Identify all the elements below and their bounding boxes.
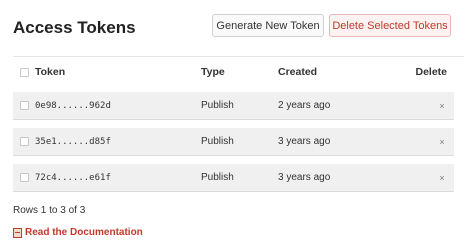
row-select-checkbox[interactable] (20, 137, 29, 146)
table-row: 0e98......962d Publish 2 years ago × (13, 92, 454, 120)
tokens-table: Token Type Created Delete 0e98......962d… (13, 60, 454, 192)
table-header-row: Token Type Created Delete (13, 60, 454, 84)
generate-new-token-button[interactable]: Generate New Token (212, 14, 324, 37)
select-all-checkbox[interactable] (20, 67, 29, 77)
token-created: 2 years ago (278, 100, 331, 111)
token-created: 3 years ago (278, 172, 331, 183)
documentation-link[interactable]: Read the Documentation (13, 227, 143, 238)
column-header-created: Created (278, 66, 318, 78)
table-row: 72c4......e61f Publish 3 years ago × (13, 164, 454, 192)
token-type: Publish (201, 100, 234, 111)
token-value: 0e98......962d (35, 100, 111, 111)
delete-token-icon[interactable]: × (437, 173, 447, 183)
token-created: 3 years ago (278, 136, 331, 147)
token-type: Publish (201, 172, 234, 183)
book-icon (13, 227, 22, 238)
token-type: Publish (201, 136, 234, 147)
token-value: 72c4......e61f (35, 172, 111, 183)
column-header-delete: Delete (415, 66, 447, 78)
page-header: Access Tokens Generate New Token Delete … (13, 12, 464, 44)
rows-summary: Rows 1 to 3 of 3 (13, 205, 86, 216)
delete-selected-tokens-button[interactable]: Delete Selected Tokens (329, 14, 451, 37)
row-select-checkbox[interactable] (20, 101, 29, 110)
token-value: 35e1......d85f (35, 136, 111, 147)
page-title: Access Tokens (13, 18, 136, 37)
column-header-token: Token (35, 66, 66, 78)
column-header-type: Type (201, 66, 225, 78)
delete-token-icon[interactable]: × (437, 137, 447, 147)
delete-token-icon[interactable]: × (437, 101, 447, 111)
documentation-link-label: Read the Documentation (25, 227, 143, 238)
header-divider (13, 56, 464, 57)
table-row: 35e1......d85f Publish 3 years ago × (13, 128, 454, 156)
row-select-checkbox[interactable] (20, 173, 29, 182)
